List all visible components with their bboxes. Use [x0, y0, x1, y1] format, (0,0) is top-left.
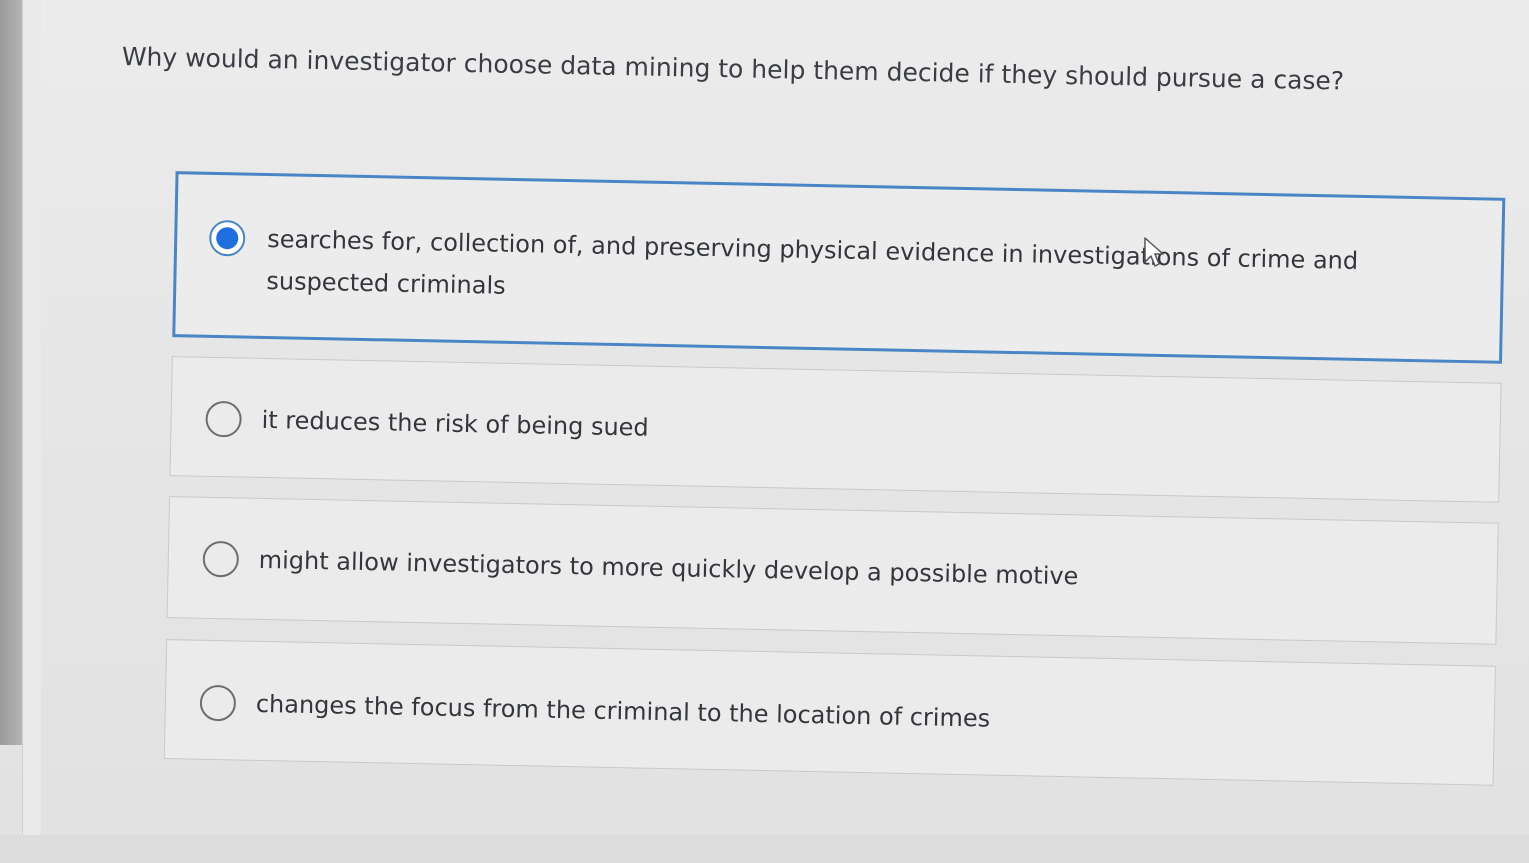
arrow-cursor-icon [1144, 237, 1164, 267]
answer-option-label: it reduces the risk of being sued [261, 405, 649, 442]
answer-option-3[interactable]: might allow investigators to more quickl… [166, 496, 1499, 645]
quiz-question-panel: Why would an investigator choose data mi… [0, 0, 1529, 863]
answer-option-label: changes the focus from the criminal to t… [255, 689, 991, 733]
page-background: Why would an investigator choose data mi… [0, 0, 1529, 835]
radio-button-selected[interactable] [208, 219, 246, 257]
question-text: Why would an investigator choose data mi… [121, 42, 1345, 96]
answer-option-label: might allow investigators to more quickl… [258, 545, 1079, 591]
answer-option-4[interactable]: changes the focus from the criminal to t… [163, 639, 1496, 786]
answer-option-1[interactable]: searches for, collection of, and preserv… [172, 171, 1506, 364]
answer-option-2[interactable]: it reduces the risk of being sued [169, 356, 1502, 503]
answer-option-label: searches for, collection of, and preserv… [266, 224, 1359, 300]
radio-button[interactable] [205, 400, 242, 438]
radio-button[interactable] [202, 540, 240, 578]
radio-button[interactable] [199, 684, 237, 722]
radio-selected-dot [216, 226, 239, 250]
